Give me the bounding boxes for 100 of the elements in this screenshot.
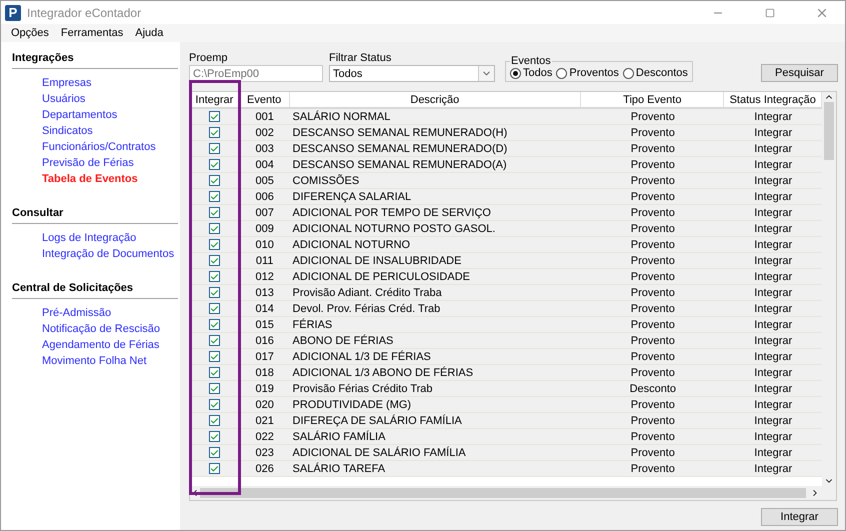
sidebar-link[interactable]: Empresas: [42, 75, 180, 91]
table-cell-text: Provento: [630, 270, 676, 284]
checkbox[interactable]: [209, 335, 220, 346]
checkbox[interactable]: [209, 431, 220, 442]
table-cell-text: 002: [254, 126, 275, 140]
table-cell-text: 005: [254, 174, 275, 188]
table-cell-text: Provento: [630, 350, 676, 364]
group-label: Eventos: [510, 55, 552, 67]
table-cell-text: SALÁRIO FAMÍLIA: [292, 430, 386, 444]
menu-item[interactable]: Ajuda: [129, 27, 170, 39]
menu-item[interactable]: Opções: [5, 27, 55, 39]
table-cell-text: Provento: [630, 142, 676, 156]
table-cell-text: Provento: [630, 174, 676, 188]
checkbox[interactable]: [209, 415, 220, 426]
sidebar-link[interactable]: Notificação de Rescisão: [42, 321, 180, 337]
checkbox[interactable]: [209, 367, 220, 378]
checkbox[interactable]: [209, 287, 220, 298]
sidebar-link[interactable]: Funcionários/Contratos: [42, 139, 180, 155]
table-cell-text: ADICIONAL POR TEMPO DE SERVIÇO: [292, 206, 492, 220]
table-cell-text: 010: [254, 238, 275, 252]
table-cell-text: Integrar: [753, 414, 794, 428]
scroll-thumb[interactable]: [200, 488, 806, 498]
table-cell-text: Integrar: [753, 350, 794, 364]
checkbox[interactable]: [209, 239, 220, 250]
table-cell-text: 004: [254, 158, 275, 172]
checkbox[interactable]: [209, 383, 220, 394]
checkbox[interactable]: [209, 463, 220, 474]
sidebar-link[interactable]: Usuários: [42, 91, 180, 107]
sidebar-link[interactable]: Previsão de Férias: [42, 155, 180, 171]
radio-option[interactable]: Descontos: [622, 67, 688, 79]
sidebar-link[interactable]: Integração de Documentos: [42, 246, 180, 262]
table-cell-text: ADICIONAL NOTURNO POSTO GASOL.: [292, 222, 496, 236]
table-cell-text: 006: [254, 190, 275, 204]
scroll-thumb[interactable]: [824, 102, 834, 160]
checkbox[interactable]: [209, 191, 220, 202]
table-cell-text: Integrar: [753, 462, 794, 476]
field-label: Proemp: [189, 52, 229, 64]
sidebar-link[interactable]: Logs de Integração: [42, 230, 180, 246]
column-header[interactable]: Descrição: [290, 92, 582, 107]
checkbox[interactable]: [209, 319, 220, 330]
checkbox[interactable]: [209, 159, 220, 170]
radio-option[interactable]: Todos: [510, 67, 552, 79]
table-cell-text: DIFEREÇA DE SALÁRIO FAMÍLIA: [292, 414, 463, 428]
checkbox[interactable]: [209, 255, 220, 266]
sidebar-link[interactable]: Sindicatos: [42, 123, 180, 139]
section-title: Integrações: [12, 52, 178, 69]
checkbox[interactable]: [209, 271, 220, 282]
sidebar-link[interactable]: Pré-Admissão: [42, 305, 180, 321]
table-cell-text: Provento: [630, 222, 676, 236]
app-logo-icon: P: [5, 4, 21, 20]
table-cell-text: ADICIONAL 1/3 DE FÉRIAS: [292, 350, 432, 364]
checkbox[interactable]: [209, 143, 220, 154]
radio-option[interactable]: Proventos: [556, 67, 619, 79]
checkbox[interactable]: [209, 127, 220, 138]
checkbox[interactable]: [209, 175, 220, 186]
window-title: Integrador eContador: [27, 6, 142, 20]
checkbox[interactable]: [209, 447, 220, 458]
column-header[interactable]: Tipo Evento: [581, 92, 724, 107]
table-cell-text: FÉRIAS: [292, 318, 334, 332]
table-cell-text: 003: [254, 142, 275, 156]
table-cell-text: Integrar: [753, 382, 794, 396]
table-cell-text: Integrar: [753, 286, 794, 300]
menu-item[interactable]: Ferramentas: [54, 27, 130, 39]
checkbox[interactable]: [209, 351, 220, 362]
table-cell-text: DESCANSO SEMANAL REMUNERADO(H): [292, 126, 508, 140]
checkbox[interactable]: [209, 303, 220, 314]
field-label: Filtrar Status: [329, 52, 392, 64]
table-cell-text: 001: [254, 110, 275, 124]
checkbox[interactable]: [209, 399, 220, 410]
table-cell-text: Integrar: [753, 158, 794, 172]
table-cell-text: Provento: [630, 238, 676, 252]
table-cell-text: 007: [254, 206, 275, 220]
maximize-icon: [765, 8, 775, 18]
table-cell-text: Integrar: [753, 222, 794, 236]
sidebar-link[interactable]: Movimento Folha Net: [42, 353, 180, 369]
sidebar-link[interactable]: Agendamento de Férias: [42, 337, 180, 353]
column-header[interactable]: Evento: [240, 92, 290, 107]
sidebar-link[interactable]: Tabela de Eventos: [42, 171, 180, 187]
proemp-field[interactable]: C:\ProEmp00: [189, 65, 323, 82]
table-cell-text: Provisão Adiant. Crédito Traba: [292, 286, 443, 300]
table-cell-text: Integrar: [753, 430, 794, 444]
table-cell-text: Provento: [630, 366, 676, 380]
table-cell-text: Provento: [630, 446, 676, 460]
integrate-button[interactable]: Integrar: [761, 508, 838, 526]
column-header[interactable]: Integrar: [190, 92, 240, 107]
table-cell-text: Integrar: [753, 126, 794, 140]
table-cell-text: Provento: [630, 254, 676, 268]
checkbox[interactable]: [209, 207, 220, 218]
table-cell-text: Provento: [630, 302, 676, 316]
sidebar-link[interactable]: Departamentos: [42, 107, 180, 123]
table-cell-text: 018: [254, 366, 275, 380]
table-cell-text: ABONO DE FÉRIAS: [292, 334, 394, 348]
status-dropdown[interactable]: Todos: [329, 65, 495, 82]
checkbox[interactable]: [209, 111, 220, 122]
table-cell-text: 020: [254, 398, 275, 412]
horizontal-scrollbar[interactable]: [190, 486, 836, 500]
table-cell-text: ADICIONAL 1/3 ABONO DE FÉRIAS: [292, 366, 474, 380]
table-cell-text: Devol. Prov. Férias Créd. Trab: [292, 302, 442, 316]
search-button[interactable]: Pesquisar: [761, 64, 838, 82]
checkbox[interactable]: [209, 223, 220, 234]
